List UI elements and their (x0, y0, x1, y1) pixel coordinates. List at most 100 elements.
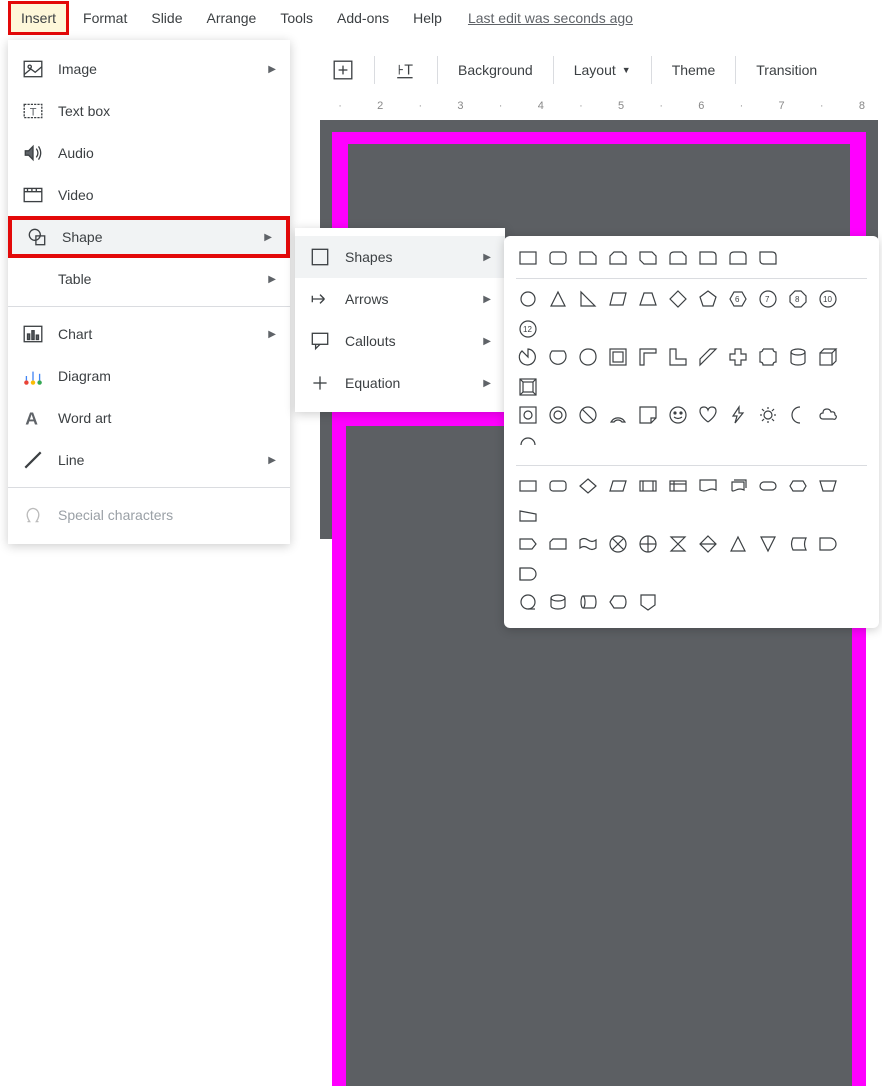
shape-flowchart-card[interactable] (546, 532, 570, 556)
submenu-equation[interactable]: Equation ▶ (295, 362, 505, 404)
shape-cube[interactable] (816, 345, 840, 369)
insert-wordart[interactable]: A Word art (8, 397, 290, 439)
shape-foldedcorner[interactable] (636, 403, 660, 427)
shape-flowchart-manualop[interactable] (516, 504, 540, 528)
last-edit-label[interactable]: Last edit was seconds ago (468, 10, 633, 26)
shape-flowchart-data[interactable] (606, 474, 630, 498)
shape-flowchart-manual[interactable] (816, 474, 840, 498)
shape-flowchart-tape[interactable] (576, 532, 600, 556)
shape-heart[interactable] (696, 403, 720, 427)
shape-halfframe[interactable] (636, 345, 660, 369)
shape-flowchart-display[interactable] (606, 590, 630, 614)
shape-snip1[interactable] (576, 246, 600, 270)
shape-flowchart-connector[interactable] (516, 532, 540, 556)
shape-diagstripe[interactable] (696, 345, 720, 369)
insert-image[interactable]: Image ▶ (8, 48, 290, 90)
shape-flowchart-alt[interactable] (546, 474, 570, 498)
shape-arc2[interactable] (516, 433, 540, 457)
shape-can[interactable] (786, 345, 810, 369)
shape-heptagon[interactable]: 7 (756, 287, 780, 311)
shape-trapezoid[interactable] (636, 287, 660, 311)
shape-moon[interactable] (786, 403, 810, 427)
insert-line[interactable]: Line ▶ (8, 439, 290, 481)
menu-slide[interactable]: Slide (141, 4, 192, 32)
menu-insert[interactable]: Insert (8, 1, 69, 35)
new-slide-button[interactable] (320, 51, 366, 89)
shape-flowchart-offpage[interactable] (636, 590, 660, 614)
shape-round2same[interactable] (726, 246, 750, 270)
theme-button[interactable]: Theme (660, 54, 728, 86)
submenu-callouts[interactable]: Callouts ▶ (295, 320, 505, 362)
shape-decagon[interactable]: 10 (816, 287, 840, 311)
shape-parallelogram[interactable] (606, 287, 630, 311)
menu-help[interactable]: Help (403, 4, 452, 32)
shape-flowchart-extract[interactable] (726, 532, 750, 556)
insert-diagram[interactable]: Diagram (8, 355, 290, 397)
insert-table[interactable]: Table ▶ (8, 258, 290, 300)
shape-cloud[interactable] (816, 403, 840, 427)
shape-lightning[interactable] (726, 403, 750, 427)
shape-flowchart-seq[interactable] (516, 562, 540, 586)
shape-flowchart-process[interactable] (516, 474, 540, 498)
shape-flowchart-doc[interactable] (696, 474, 720, 498)
insert-special[interactable]: Special characters (8, 494, 290, 536)
shape-flowchart-stored[interactable] (786, 532, 810, 556)
shape-chord[interactable] (546, 345, 570, 369)
shape-arc[interactable] (606, 403, 630, 427)
shape-noentry[interactable] (546, 403, 570, 427)
shape-sun[interactable] (756, 403, 780, 427)
shape-flowchart-sum[interactable] (606, 532, 630, 556)
shape-flowchart-decision[interactable] (576, 474, 600, 498)
shape-blockarc[interactable] (576, 403, 600, 427)
shape-flowchart-merge[interactable] (756, 532, 780, 556)
shape-teardrop[interactable] (576, 345, 600, 369)
insert-textbox[interactable]: T Text box (8, 90, 290, 132)
shape-flowchart-prep[interactable] (786, 474, 810, 498)
shape-oval[interactable] (516, 287, 540, 311)
shape-roundrect[interactable] (546, 246, 570, 270)
shape-octagon[interactable]: 8 (786, 287, 810, 311)
shape-pentagon[interactable] (696, 287, 720, 311)
transition-button[interactable]: Transition (744, 54, 829, 86)
submenu-arrows[interactable]: Arrows ▶ (295, 278, 505, 320)
shape-hexagon[interactable]: 6 (726, 287, 750, 311)
shape-flowchart-magdisk[interactable] (516, 590, 540, 614)
menu-addons[interactable]: Add-ons (327, 4, 399, 32)
shape-rtriangle[interactable] (576, 287, 600, 311)
insert-chart[interactable]: Chart ▶ (8, 313, 290, 355)
insert-video[interactable]: Video (8, 174, 290, 216)
shape-plaque[interactable] (756, 345, 780, 369)
shape-sniproundrect[interactable] (666, 246, 690, 270)
shape-flowchart-internal[interactable] (666, 474, 690, 498)
background-button[interactable]: Background (446, 54, 545, 86)
menu-format[interactable]: Format (73, 4, 137, 32)
submenu-shapes[interactable]: Shapes ▶ (295, 236, 505, 278)
insert-shape[interactable]: Shape ▶ (8, 216, 290, 258)
shape-flowchart-direct[interactable] (576, 590, 600, 614)
shape-snip2diag[interactable] (636, 246, 660, 270)
clear-format-button[interactable]: ꜔T (383, 51, 429, 89)
shape-bevel[interactable] (516, 375, 540, 399)
shape-frame[interactable] (606, 345, 630, 369)
menu-tools[interactable]: Tools (270, 4, 323, 32)
shape-flowchart-sort[interactable] (696, 532, 720, 556)
layout-button[interactable]: Layout▼ (562, 54, 643, 86)
shape-flowchart-multidoc[interactable] (726, 474, 750, 498)
menu-arrange[interactable]: Arrange (197, 4, 267, 32)
shape-snip2same[interactable] (606, 246, 630, 270)
shape-flowchart-collate[interactable] (666, 532, 690, 556)
shape-flowchart-delay[interactable] (816, 532, 840, 556)
shape-diamond[interactable] (666, 287, 690, 311)
shape-round2diag[interactable] (756, 246, 780, 270)
shape-smiley[interactable] (666, 403, 690, 427)
shape-rect[interactable] (516, 246, 540, 270)
shape-triangle[interactable] (546, 287, 570, 311)
shape-round1[interactable] (696, 246, 720, 270)
shape-flowchart-or[interactable] (636, 532, 660, 556)
shape-cross[interactable] (726, 345, 750, 369)
shape-donut[interactable] (516, 403, 540, 427)
shape-lshape[interactable] (666, 345, 690, 369)
shape-dodecagon[interactable]: 12 (516, 317, 540, 341)
insert-audio[interactable]: Audio (8, 132, 290, 174)
shape-flowchart-disk[interactable] (546, 590, 570, 614)
